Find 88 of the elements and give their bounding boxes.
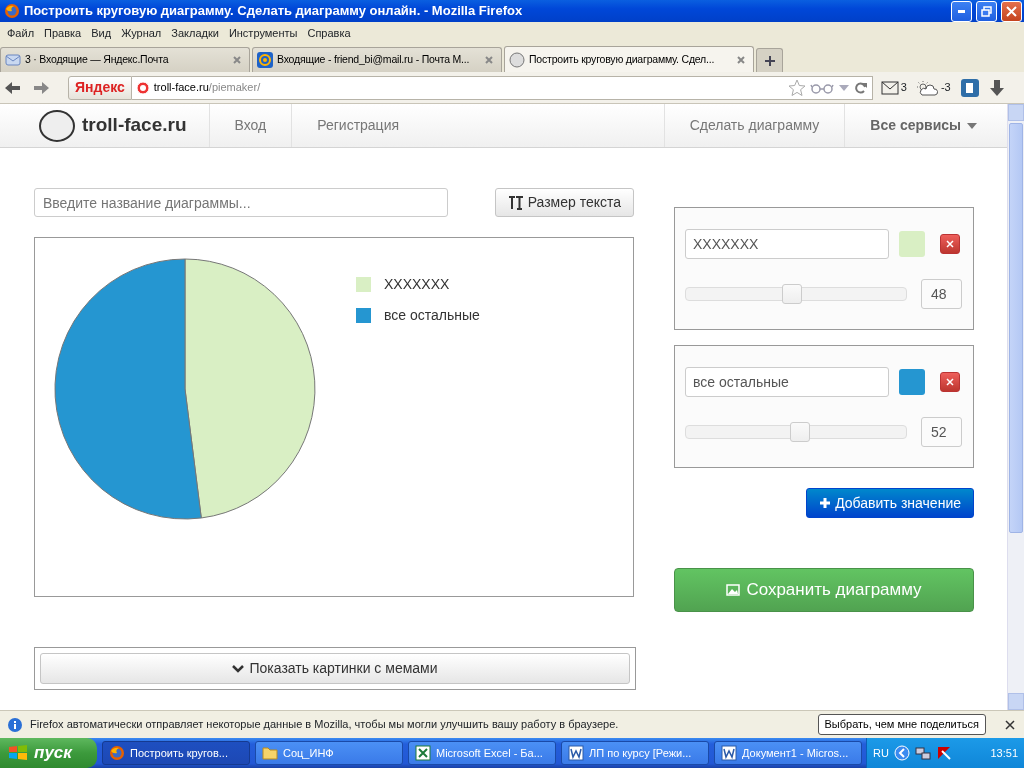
at-sign-icon bbox=[257, 52, 273, 68]
clock: 13:51 bbox=[990, 745, 1018, 761]
envelope-icon[interactable] bbox=[880, 80, 899, 95]
info-icon bbox=[8, 717, 22, 732]
slider-thumb[interactable] bbox=[790, 422, 811, 442]
plus-icon bbox=[819, 497, 832, 509]
mail-count: 3 bbox=[900, 80, 907, 96]
windows-flag-icon bbox=[8, 744, 28, 762]
minimize-button[interactable] bbox=[951, 0, 972, 22]
temperature: -3 bbox=[940, 80, 951, 96]
site-logo-text[interactable]: troll-face.ru bbox=[82, 111, 187, 140]
menu-item[interactable]: Журнал bbox=[116, 25, 167, 42]
chevron-down-icon bbox=[232, 664, 245, 673]
address-bar[interactable]: troll-face.ru/piemaker/ bbox=[131, 75, 873, 100]
menu-item[interactable]: Файл bbox=[2, 25, 40, 42]
menu-item[interactable]: Закладки bbox=[166, 25, 224, 42]
browser-tab[interactable]: 3 · Входящие — Яндекс.Почта bbox=[0, 47, 250, 72]
close-icon bbox=[1006, 5, 1017, 17]
browser-tab[interactable]: Входящие - friend_bi@mail.ru - Почта М... bbox=[252, 47, 502, 72]
site-icon bbox=[135, 80, 150, 95]
taskbar-button[interactable]: Построить кругов... bbox=[102, 741, 250, 765]
legend-label: все остальные bbox=[384, 306, 480, 325]
download-icon[interactable] bbox=[988, 78, 1005, 97]
minimize-icon bbox=[958, 9, 965, 13]
search-engine-button[interactable]: Яндекс bbox=[68, 75, 132, 100]
notification-text: Firefox автоматически отправляет некоторые данные в Mozilla, чтобы мы могли улучшить вашу работу в браузере. bbox=[30, 717, 620, 733]
text-size-icon bbox=[507, 195, 524, 210]
delete-button[interactable] bbox=[940, 372, 960, 392]
folder-icon bbox=[262, 746, 278, 760]
value-field[interactable]: 48 bbox=[921, 279, 962, 309]
close-button[interactable] bbox=[1001, 0, 1022, 22]
network-icon[interactable] bbox=[914, 745, 931, 761]
menu-item[interactable]: Правка bbox=[39, 25, 87, 42]
star-icon[interactable] bbox=[787, 78, 806, 97]
plus-icon bbox=[763, 54, 776, 67]
close-icon bbox=[946, 240, 954, 248]
color-swatch[interactable] bbox=[899, 369, 925, 395]
slider-track[interactable] bbox=[685, 287, 907, 301]
slider-track[interactable] bbox=[685, 425, 907, 439]
back-icon[interactable] bbox=[4, 79, 22, 96]
add-value-button[interactable]: Добавить значение bbox=[806, 488, 974, 518]
glasses-icon[interactable] bbox=[809, 81, 834, 94]
chevron-left-icon[interactable] bbox=[893, 745, 910, 761]
show-memes-button[interactable]: Показать картинки с мемами bbox=[40, 653, 630, 684]
label-field[interactable]: все остальные bbox=[685, 367, 889, 397]
reload-icon[interactable] bbox=[853, 80, 868, 95]
menu-item[interactable]: Справка bbox=[302, 25, 356, 42]
site-icon bbox=[509, 51, 525, 68]
taskbar-button[interactable]: Документ1 - Micros... bbox=[714, 741, 862, 765]
start-button[interactable]: пуск bbox=[0, 738, 97, 768]
slider-thumb[interactable] bbox=[781, 284, 802, 304]
menu-item[interactable]: Инструменты bbox=[223, 25, 303, 42]
title-field[interactable]: Введите название диаграммы... bbox=[34, 188, 448, 217]
delete-button[interactable] bbox=[940, 234, 960, 254]
window-title: Построить круговую диаграмму. Сделать диаграмму онлайн. - Mozilla Firefox bbox=[24, 2, 524, 21]
value-field[interactable]: 52 bbox=[921, 417, 962, 447]
legend-label: XXXXXXX bbox=[384, 275, 450, 294]
color-swatch[interactable] bbox=[899, 231, 925, 257]
restore-button[interactable] bbox=[976, 0, 997, 22]
taskbar-button[interactable]: ЛП по курсу [Режи... bbox=[561, 741, 709, 765]
extension-icon[interactable] bbox=[960, 78, 979, 97]
weather-icon[interactable] bbox=[914, 79, 939, 96]
nav-link[interactable]: Сделать диаграмму bbox=[663, 104, 845, 147]
nav-link[interactable]: Вход bbox=[208, 104, 292, 147]
close-icon[interactable] bbox=[1004, 718, 1016, 731]
document-icon bbox=[568, 745, 584, 761]
scrollbar[interactable] bbox=[1007, 104, 1024, 710]
new-tab-button[interactable] bbox=[756, 48, 783, 72]
taskbar-button[interactable]: Соц_ИНФ bbox=[255, 741, 403, 765]
document-icon bbox=[721, 745, 737, 761]
browser-tab[interactable]: Построить круговую диаграмму. Сдел... bbox=[504, 46, 754, 72]
forward-icon[interactable] bbox=[32, 79, 50, 96]
nav-link[interactable]: Регистрация bbox=[291, 104, 425, 147]
caret-icon bbox=[967, 122, 977, 129]
text-size-button[interactable]: Размер текста bbox=[494, 188, 634, 217]
image-icon bbox=[726, 584, 741, 596]
label-field[interactable]: XXXXXXX bbox=[685, 229, 889, 259]
restore-icon bbox=[981, 5, 992, 17]
taskbar-button[interactable]: Microsoft Excel - Ба... bbox=[408, 741, 556, 765]
firefox-icon bbox=[4, 3, 20, 19]
menu-item[interactable]: Вид bbox=[86, 25, 117, 42]
spreadsheet-icon bbox=[415, 745, 431, 761]
dropdown-icon[interactable] bbox=[837, 82, 850, 93]
logo-icon[interactable] bbox=[38, 108, 76, 143]
choose-button[interactable]: Выбрать, чем мне поделиться bbox=[817, 714, 986, 735]
close-icon bbox=[946, 378, 954, 386]
firefox-icon bbox=[109, 745, 125, 761]
envelope-icon bbox=[5, 53, 21, 67]
